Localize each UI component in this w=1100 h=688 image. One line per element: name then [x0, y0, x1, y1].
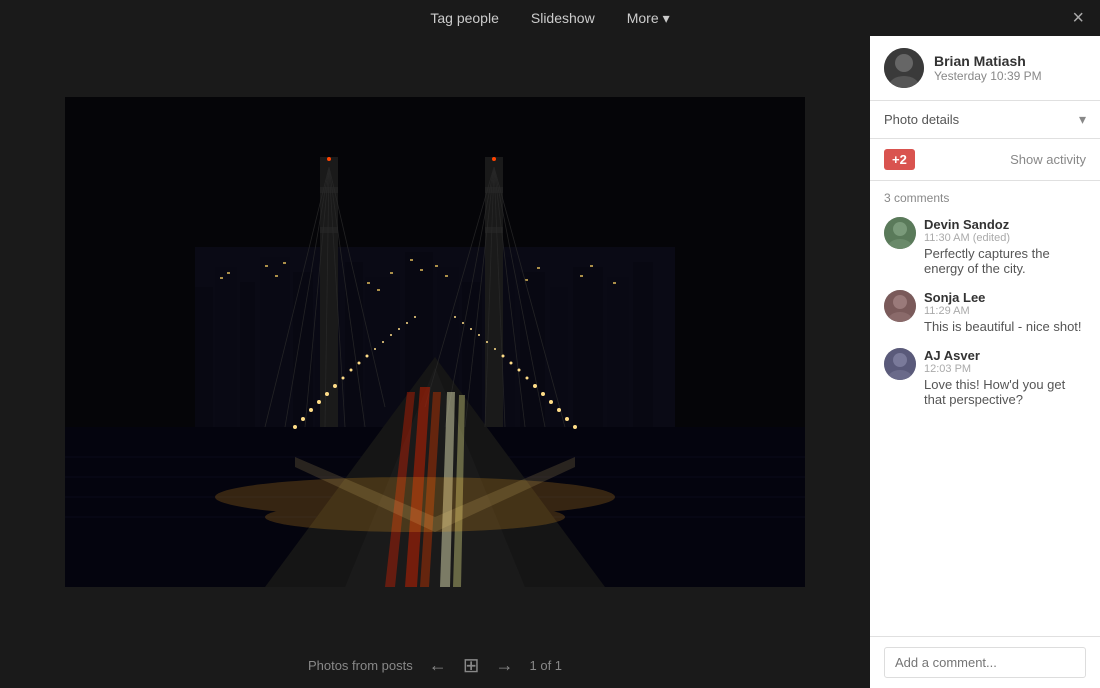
like-badge[interactable]: +2: [884, 149, 915, 170]
photo-details-section[interactable]: Photo details ▾: [870, 101, 1100, 139]
avatar-image: [884, 48, 924, 88]
more-menu[interactable]: More ▾: [627, 10, 670, 27]
comment-time: 11:30 AM (edited): [924, 232, 1086, 244]
post-time: Yesterday 10:39 PM: [934, 69, 1042, 83]
slideshow-link[interactable]: Slideshow: [531, 10, 595, 26]
photo-area: Photos from posts ← ⊞ → 1 of 1: [0, 36, 870, 688]
photo-container: [65, 97, 805, 587]
photo-counter: 1 of 1: [530, 658, 563, 673]
comment-body: Sonja Lee 11:29 AM This is beautiful - n…: [924, 290, 1082, 334]
grid-view-button[interactable]: ⊞: [463, 653, 480, 678]
comment-text: Love this! How'd you get that perspectiv…: [924, 377, 1086, 407]
show-activity-button[interactable]: Show activity: [1010, 152, 1086, 167]
top-bar: Tag people Slideshow More ▾ ×: [0, 0, 1100, 36]
comments-count: 3 comments: [884, 191, 1086, 205]
avatar: [884, 48, 924, 88]
comment-author: Sonja Lee: [924, 290, 1082, 305]
comment-time: 12:03 PM: [924, 363, 1086, 375]
add-comment-area: [870, 636, 1100, 688]
comment-text: This is beautiful - nice shot!: [924, 319, 1082, 334]
photo-details-label: Photo details: [884, 112, 959, 127]
comment-item: Sonja Lee 11:29 AM This is beautiful - n…: [884, 290, 1086, 334]
comment-time: 11:29 AM: [924, 305, 1082, 317]
commenter-avatar: [884, 348, 916, 380]
more-chevron-icon: ▾: [663, 10, 670, 27]
user-name[interactable]: Brian Matiash: [934, 53, 1042, 69]
reactions-row: +2 Show activity: [870, 139, 1100, 181]
comment-item: AJ Asver 12:03 PM Love this! How'd you g…: [884, 348, 1086, 407]
photo-image: [65, 97, 805, 587]
main-content: Photos from posts ← ⊞ → 1 of 1 Brian Mat…: [0, 36, 1100, 688]
tag-people-link[interactable]: Tag people: [430, 10, 499, 26]
add-comment-input[interactable]: [884, 647, 1086, 678]
commenter-avatar: [884, 217, 916, 249]
close-button[interactable]: ×: [1072, 8, 1084, 28]
comments-section: 3 comments Devin Sandoz 11:30 AM (edited…: [870, 181, 1100, 636]
top-nav: Tag people Slideshow More ▾: [430, 10, 669, 27]
prev-photo-button[interactable]: ←: [429, 655, 447, 676]
photo-navigation: Photos from posts ← ⊞ → 1 of 1: [0, 653, 870, 678]
chevron-down-icon: ▾: [1079, 111, 1086, 128]
comment-body: AJ Asver 12:03 PM Love this! How'd you g…: [924, 348, 1086, 407]
comment-text: Perfectly captures the energy of the cit…: [924, 246, 1086, 276]
comment-body: Devin Sandoz 11:30 AM (edited) Perfectly…: [924, 217, 1086, 276]
user-info: Brian Matiash Yesterday 10:39 PM: [934, 53, 1042, 83]
comment-author: Devin Sandoz: [924, 217, 1086, 232]
next-photo-button[interactable]: →: [496, 655, 514, 676]
photos-from-posts-label: Photos from posts: [308, 658, 413, 673]
sidebar: Brian Matiash Yesterday 10:39 PM Photo d…: [870, 36, 1100, 688]
more-label: More: [627, 10, 659, 26]
comment-item: Devin Sandoz 11:30 AM (edited) Perfectly…: [884, 217, 1086, 276]
comment-author: AJ Asver: [924, 348, 1086, 363]
commenter-avatar: [884, 290, 916, 322]
sidebar-header: Brian Matiash Yesterday 10:39 PM: [870, 36, 1100, 101]
